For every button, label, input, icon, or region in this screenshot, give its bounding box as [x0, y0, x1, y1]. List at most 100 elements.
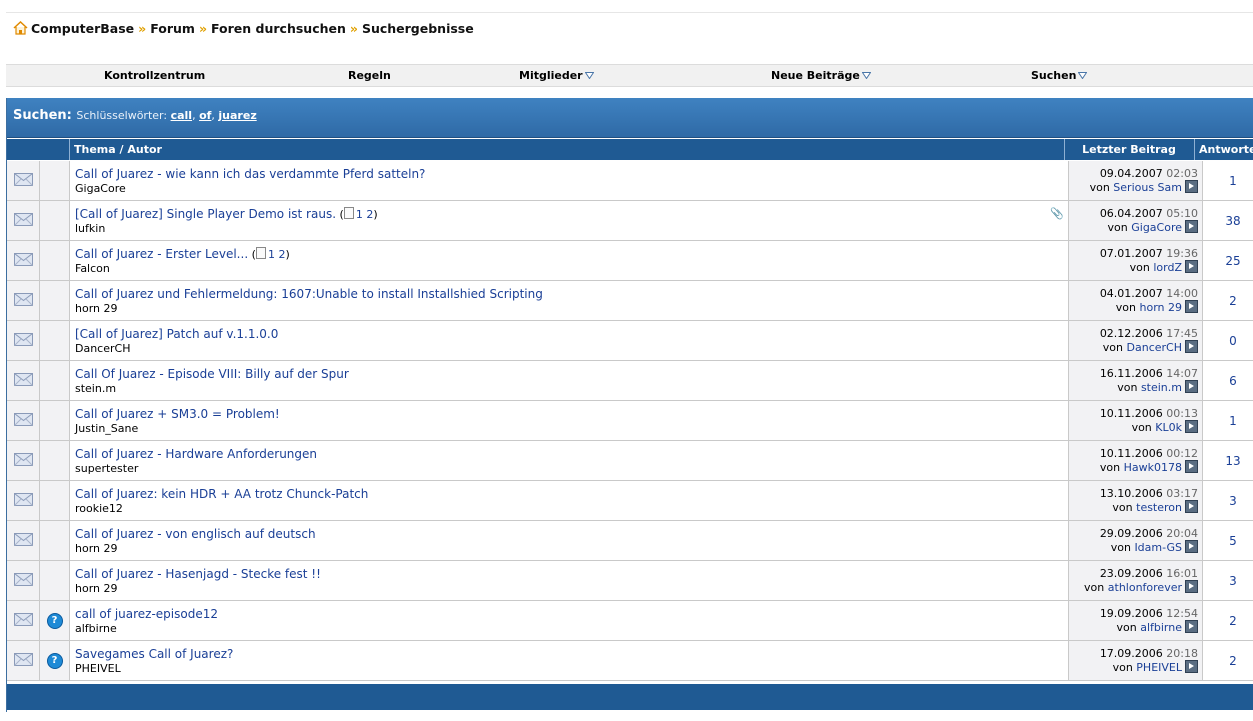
thread-author[interactable]: horn 29	[75, 302, 1068, 315]
answers-count-link[interactable]: 3	[1229, 574, 1237, 588]
thread-status-cell	[7, 280, 40, 321]
last-post-user-link[interactable]: DancerCH	[1127, 341, 1182, 354]
goto-last-post-icon[interactable]	[1185, 220, 1198, 233]
answers-count-link[interactable]: 25	[1225, 254, 1240, 268]
answers-count-link[interactable]: 38	[1225, 214, 1240, 228]
thread-title-link[interactable]: Savegames Call of Juarez?	[75, 647, 233, 661]
thread-author[interactable]: GigaCore	[75, 182, 1068, 195]
goto-last-post-icon[interactable]	[1185, 420, 1198, 433]
thread-author[interactable]: horn 29	[75, 582, 1068, 595]
last-post-user-link[interactable]: alfbirne	[1140, 621, 1182, 634]
page-link[interactable]: 1	[356, 208, 363, 221]
thread-author[interactable]: supertester	[75, 462, 1068, 475]
last-post-user-link[interactable]: Idam-GS	[1134, 541, 1182, 554]
thread-author[interactable]: alfbirne	[75, 622, 1068, 635]
answers-count-link[interactable]: 1	[1229, 414, 1237, 428]
keyword-link[interactable]: call	[171, 109, 192, 122]
last-post-user-link[interactable]: Serious Sam	[1113, 181, 1182, 194]
thread-author[interactable]: Falcon	[75, 262, 1068, 275]
thread-author[interactable]: Justin_Sane	[75, 422, 1068, 435]
thread-title-link[interactable]: Call Of Juarez - Episode VIII: Billy auf…	[75, 367, 349, 381]
thread-title-link[interactable]: Call of Juarez + SM3.0 = Problem!	[75, 407, 280, 421]
page-link[interactable]: 2	[366, 208, 373, 221]
thread-row: Call of Juarez - wie kann ich das verdam…	[7, 161, 1253, 201]
thread-author[interactable]: horn 29	[75, 542, 1068, 555]
thread-cell: Call of Juarez - von englisch auf deutsc…	[69, 520, 1069, 561]
nav-new-posts[interactable]: Neue Beiträge	[771, 69, 871, 82]
answers-count-link[interactable]: 0	[1229, 334, 1237, 348]
last-post-user-link[interactable]: Hawk0178	[1124, 461, 1182, 474]
last-post-user-link[interactable]: lordZ	[1153, 261, 1182, 274]
thread-title-link[interactable]: Call of Juarez - wie kann ich das verdam…	[75, 167, 425, 181]
nav-search[interactable]: Suchen	[1031, 69, 1088, 82]
home-icon[interactable]	[13, 21, 28, 35]
last-post-cell: 06.04.2007 05:10 von GigaCore	[1068, 200, 1203, 241]
last-post-by-label: von	[1099, 461, 1121, 474]
last-post-user-link[interactable]: athlonforever	[1108, 581, 1182, 594]
breadcrumb-search-forums[interactable]: Foren durchsuchen	[211, 21, 346, 36]
thread-title-link[interactable]: [Call of Juarez] Single Player Demo ist …	[75, 207, 336, 221]
thread-title-link[interactable]: Call of Juarez - Erster Level...	[75, 247, 248, 261]
answers-count-link[interactable]: 1	[1229, 174, 1237, 188]
last-post-user-link[interactable]: stein.m	[1141, 381, 1182, 394]
column-header-thread[interactable]: Thema / Autor	[69, 139, 1064, 160]
last-post-user-link[interactable]: KL0k	[1155, 421, 1182, 434]
answers-count-link[interactable]: 2	[1229, 614, 1237, 628]
last-post-date: 23.09.2006	[1099, 567, 1163, 580]
answers-count-link[interactable]: 13	[1225, 454, 1240, 468]
breadcrumb-forum[interactable]: Forum	[150, 21, 195, 36]
thread-title-link[interactable]: Call of Juarez: kein HDR + AA trotz Chun…	[75, 487, 368, 501]
goto-last-post-icon[interactable]	[1185, 500, 1198, 513]
goto-last-post-icon[interactable]	[1185, 460, 1198, 473]
thread-title-link[interactable]: call of juarez-episode12	[75, 607, 218, 621]
envelope-icon	[13, 372, 33, 389]
thread-author[interactable]: lufkin	[75, 222, 1068, 235]
answers-count-link[interactable]: 2	[1229, 294, 1237, 308]
answers-count-link[interactable]: 5	[1229, 534, 1237, 548]
last-post-date: 17.09.2006	[1099, 647, 1163, 660]
goto-last-post-icon[interactable]	[1185, 300, 1198, 313]
last-post-by: von athlonforever	[1069, 580, 1198, 594]
thread-title-link[interactable]: Call of Juarez - von englisch auf deutsc…	[75, 527, 316, 541]
thread-row: Call Of Juarez - Episode VIII: Billy auf…	[7, 360, 1253, 401]
goto-last-post-icon[interactable]	[1185, 340, 1198, 353]
page-link[interactable]: 2	[278, 248, 285, 261]
last-post-user-link[interactable]: PHEIVEL	[1136, 661, 1182, 674]
goto-last-post-icon[interactable]	[1185, 580, 1198, 593]
thread-author[interactable]: PHEIVEL	[75, 662, 1068, 675]
goto-last-post-icon[interactable]	[1185, 180, 1198, 193]
thread-author[interactable]: rookie12	[75, 502, 1068, 515]
goto-last-post-icon[interactable]	[1185, 260, 1198, 273]
thread-status-cell	[7, 240, 40, 281]
nav-rules[interactable]: Regeln	[348, 69, 391, 82]
nav-members[interactable]: Mitglieder	[519, 69, 594, 82]
nav-control-panel[interactable]: Kontrollzentrum	[104, 69, 205, 82]
answers-count-link[interactable]: 2	[1229, 654, 1237, 668]
dropdown-triangle-icon	[1078, 72, 1088, 79]
thread-author[interactable]: stein.m	[75, 382, 1068, 395]
last-post-user-link[interactable]: testeron	[1136, 501, 1182, 514]
column-header-answers[interactable]: Antworten	[1194, 139, 1253, 160]
page-link[interactable]: 1	[268, 248, 275, 261]
goto-last-post-icon[interactable]	[1185, 660, 1198, 673]
last-post-user-link[interactable]: GigaCore	[1131, 221, 1182, 234]
column-header-last-post[interactable]: Letzter Beitrag	[1064, 139, 1193, 160]
goto-last-post-icon[interactable]	[1185, 620, 1198, 633]
last-post-user-link[interactable]: horn 29	[1140, 301, 1183, 314]
last-post-datetime: 06.04.2007 05:10	[1069, 207, 1198, 220]
last-post-datetime: 17.09.2006 20:18	[1069, 647, 1198, 660]
last-post-time: 16:01	[1166, 567, 1198, 580]
keyword-link[interactable]: juarez	[218, 109, 256, 122]
breadcrumb-computerbase[interactable]: ComputerBase	[31, 21, 134, 36]
thread-title-link[interactable]: Call of Juarez - Hasenjagd - Stecke fest…	[75, 567, 321, 581]
goto-last-post-icon[interactable]	[1185, 540, 1198, 553]
thread-author[interactable]: DancerCH	[75, 342, 1068, 355]
thread-title-link[interactable]: Call of Juarez - Hardware Anforderungen	[75, 447, 317, 461]
thread-title-link[interactable]: Call of Juarez und Fehlermeldung: 1607:U…	[75, 287, 543, 301]
goto-last-post-icon[interactable]	[1185, 380, 1198, 393]
thread-title-link[interactable]: [Call of Juarez] Patch auf v.1.1.0.0	[75, 327, 278, 341]
answers-count-link[interactable]: 6	[1229, 374, 1237, 388]
thread-cell: Call of Juarez - Erster Level... (1 2) Fa…	[69, 240, 1069, 281]
answers-count-link[interactable]: 3	[1229, 494, 1237, 508]
keyword-link[interactable]: of	[199, 109, 211, 122]
